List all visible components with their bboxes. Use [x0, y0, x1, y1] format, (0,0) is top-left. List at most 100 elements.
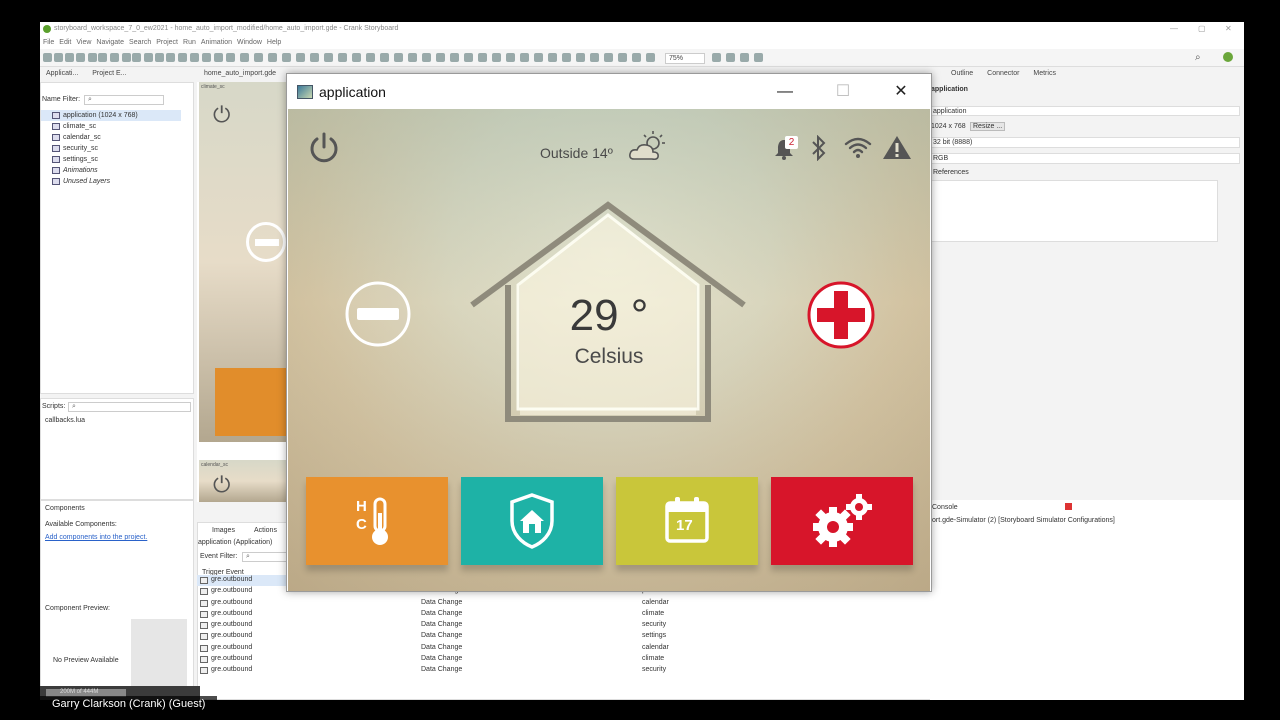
toolbar-icon[interactable] — [492, 53, 501, 62]
toolbar-icon[interactable] — [548, 53, 557, 62]
toolbar-icon[interactable] — [310, 53, 319, 62]
toolbar-icon[interactable] — [338, 53, 347, 62]
toolbar-icon[interactable] — [632, 53, 641, 62]
references-list[interactable] — [930, 180, 1218, 242]
menu-item[interactable]: Window — [237, 39, 262, 46]
toolbar-icon[interactable] — [646, 53, 655, 62]
toolbar-icon[interactable] — [144, 53, 153, 62]
close-button[interactable]: ✕ — [887, 80, 915, 104]
toolbar-icon[interactable] — [88, 53, 97, 62]
tab-application[interactable]: Applicati... — [40, 68, 84, 79]
security-tile[interactable] — [461, 477, 603, 565]
wifi-icon[interactable] — [843, 135, 873, 159]
toolbar-icon[interactable] — [296, 53, 305, 62]
toolbar-icon[interactable] — [98, 53, 107, 62]
menu-item[interactable]: Run — [183, 39, 196, 46]
toolbar-icon[interactable] — [240, 53, 249, 62]
table-row[interactable]: gre.outbound Data Change settings — [197, 631, 897, 642]
settings-tile[interactable] — [771, 477, 913, 565]
toolbar-icon[interactable] — [166, 53, 175, 62]
tree-item[interactable]: settings_sc — [41, 154, 181, 165]
minimize-icon[interactable]: — — [1170, 24, 1178, 33]
format-select[interactable]: RGB — [930, 153, 1240, 164]
climate-screen-thumbnail[interactable]: climate_sc ⏻ — [199, 82, 287, 442]
power-icon[interactable] — [308, 131, 340, 165]
toolbar-icon[interactable] — [178, 53, 187, 62]
toolbar-icon[interactable] — [366, 53, 375, 62]
menu-item[interactable]: File — [43, 39, 54, 46]
toolbar-icon[interactable] — [754, 53, 763, 62]
toolbar-icon[interactable] — [506, 53, 515, 62]
table-row[interactable]: gre.outbound Data Change calendar — [197, 598, 897, 609]
menu-item[interactable]: View — [76, 39, 91, 46]
toolbar-icon[interactable] — [604, 53, 613, 62]
tab-connector[interactable]: Connector — [981, 68, 1025, 79]
menu-item[interactable]: Edit — [59, 39, 71, 46]
toolbar-icon[interactable] — [155, 53, 164, 62]
perspective-icon[interactable] — [1223, 52, 1233, 62]
resize-button[interactable]: Resize ... — [970, 122, 1006, 131]
table-row[interactable]: gre.outbound Data Change security — [197, 620, 897, 631]
zoom-select[interactable]: 75% — [665, 53, 705, 64]
tab-editor[interactable]: home_auto_import.gde — [198, 68, 282, 79]
tree-item[interactable]: application (1024 x 768) — [41, 110, 181, 121]
minimize-button[interactable]: — — [771, 80, 799, 104]
menu-item[interactable]: Animation — [201, 39, 232, 46]
maximize-button[interactable]: ☐ — [829, 80, 857, 104]
toolbar-icon[interactable] — [436, 53, 445, 62]
table-row[interactable]: gre.outbound Data Change climate — [197, 609, 897, 620]
editor-canvas[interactable]: climate_sc ⏻ calendar_sc ⏻ — [197, 82, 289, 502]
toolbar-icon[interactable] — [590, 53, 599, 62]
tree-item[interactable]: calendar_sc — [41, 132, 181, 143]
table-row[interactable]: gre.outbound Data Change climate — [197, 654, 897, 665]
toolbar-icon[interactable] — [740, 53, 749, 62]
menu-item[interactable]: Navigate — [96, 39, 124, 46]
warning-icon[interactable] — [882, 134, 912, 160]
tree-item[interactable]: Unused Layers — [41, 176, 181, 187]
toolbar-icon[interactable] — [65, 53, 74, 62]
maximize-icon[interactable]: ▢ — [1198, 24, 1206, 33]
name-field[interactable]: application — [930, 106, 1240, 116]
toolbar-icon[interactable] — [422, 53, 431, 62]
tab-components[interactable]: Components — [45, 505, 85, 512]
toolbar-icon[interactable] — [380, 53, 389, 62]
menu-item[interactable]: Project — [156, 39, 178, 46]
toolbar-icon[interactable] — [408, 53, 417, 62]
calendar-screen-thumbnail[interactable]: calendar_sc ⏻ — [199, 460, 287, 502]
increase-temperature-button[interactable] — [807, 281, 875, 349]
tree-item[interactable]: security_sc — [41, 143, 181, 154]
toolbar-icon[interactable] — [534, 53, 543, 62]
toolbar-icon[interactable] — [562, 53, 571, 62]
toolbar-icon[interactable] — [54, 53, 63, 62]
tab-metrics[interactable]: Metrics — [1027, 68, 1062, 79]
tree-item[interactable]: climate_sc — [41, 121, 181, 132]
toolbar-icon[interactable] — [712, 53, 721, 62]
table-row[interactable]: gre.outbound Data Change security — [197, 665, 897, 676]
toolbar-icon[interactable] — [394, 53, 403, 62]
decrease-temperature-button[interactable] — [345, 281, 411, 347]
toolbar-icon[interactable] — [202, 53, 211, 62]
script-file[interactable]: callbacks.lua — [45, 417, 85, 424]
tab-actions[interactable]: Actions — [254, 527, 277, 534]
name-filter-input[interactable]: ⌕ — [84, 95, 164, 105]
depth-select[interactable]: 32 bit (8888) — [930, 137, 1240, 148]
tab-project-explorer[interactable]: Project E... — [86, 68, 132, 79]
toolbar-icon[interactable] — [478, 53, 487, 62]
toolbar-icon[interactable] — [132, 53, 141, 62]
toolbar-icon[interactable] — [268, 53, 277, 62]
tab-console[interactable]: Console — [932, 504, 958, 511]
toolbar-icon[interactable] — [726, 53, 735, 62]
bluetooth-icon[interactable] — [810, 135, 828, 161]
toolbar-icon[interactable] — [254, 53, 263, 62]
toolbar-icon[interactable] — [618, 53, 627, 62]
toolbar-icon[interactable] — [214, 53, 223, 62]
toolbar-icon[interactable] — [110, 53, 119, 62]
toolbar-icon[interactable] — [43, 53, 52, 62]
tab-images[interactable]: Images — [212, 527, 235, 534]
toolbar-icon[interactable] — [226, 53, 235, 62]
tab-outline[interactable]: Outline — [945, 68, 979, 79]
calendar-tile[interactable]: 17 — [616, 477, 758, 565]
toolbar-icon[interactable] — [520, 53, 529, 62]
table-row[interactable]: gre.outbound Data Change calendar — [197, 643, 897, 654]
add-components-link[interactable]: Add components into the project. — [45, 534, 147, 541]
